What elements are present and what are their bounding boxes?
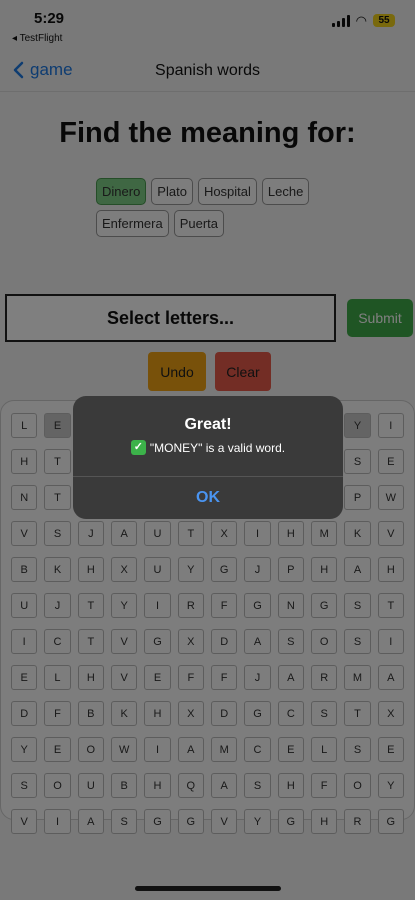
alert-dialog: Great! ✓ "MONEY" is a valid word. OK: [73, 396, 343, 519]
check-mark-icon: ✓: [130, 440, 146, 455]
alert-title: Great!: [184, 416, 232, 433]
alert-message: "MONEY" is a valid word.: [149, 440, 286, 455]
home-indicator: [135, 886, 281, 891]
ok-button[interactable]: OK: [73, 477, 343, 519]
alert-message-row: ✓ "MONEY" is a valid word.: [73, 440, 343, 455]
